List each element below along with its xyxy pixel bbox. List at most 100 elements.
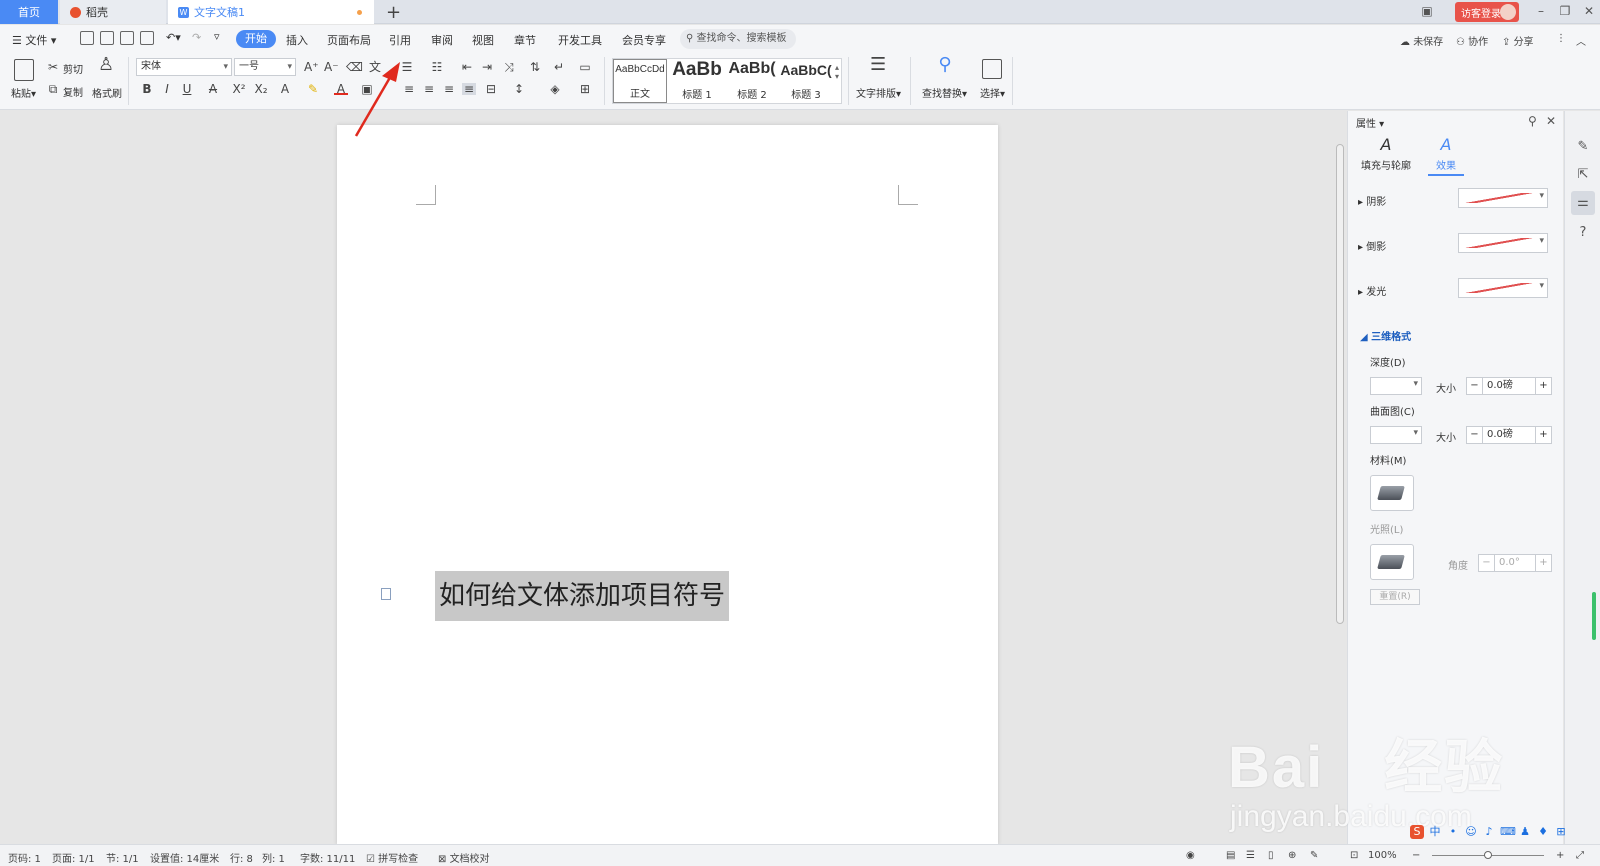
panel-close-icon[interactable]: ✕	[1546, 114, 1556, 128]
document-page[interactable]: 如何给文体添加项目符号	[337, 125, 998, 845]
table-tools-icon[interactable]: ▭	[578, 61, 592, 73]
find-replace-button[interactable]: 查找替换▾	[922, 85, 967, 100]
scroll-thumb[interactable]	[1336, 144, 1344, 624]
glow-row[interactable]: ▸ 发光	[1358, 283, 1386, 298]
show-marks-icon[interactable]: ↵	[552, 61, 566, 73]
tab-daoke[interactable]: 稻壳	[60, 0, 166, 24]
lighting-select[interactable]	[1370, 544, 1414, 580]
contour-color-select[interactable]	[1370, 426, 1422, 444]
ime-keyboard-icon[interactable]: ⌨	[1500, 825, 1516, 839]
depth-color-select[interactable]	[1370, 377, 1422, 395]
restore-button[interactable]: ❐	[1558, 4, 1572, 18]
decrease-indent-icon[interactable]: ⇤	[460, 61, 474, 73]
selected-text[interactable]: 如何给文体添加项目符号	[435, 571, 730, 621]
select-button[interactable]: 选择▾	[980, 85, 1005, 100]
menu-insert[interactable]: 插入	[286, 32, 308, 48]
three-d-section[interactable]: ◢ 三维格式	[1360, 328, 1411, 343]
menu-devtools[interactable]: 开发工具	[558, 32, 602, 48]
distribute-icon[interactable]: ⊟	[484, 83, 498, 95]
scissors-icon[interactable]: ✂	[46, 61, 60, 73]
align-center-icon[interactable]: ≡	[422, 83, 436, 95]
tab-home[interactable]: 首页	[0, 0, 58, 24]
font-size-select[interactable]: 一号	[234, 58, 296, 76]
format-painter-button[interactable]: 格式刷	[92, 85, 122, 100]
save-icon[interactable]	[80, 31, 94, 45]
command-search[interactable]: ⚲ 查找命令、搜索模板	[680, 29, 796, 49]
line-spacing-icon[interactable]: ↕	[512, 83, 526, 95]
ime-menu-icon[interactable]: ⊞	[1554, 825, 1568, 839]
style-normal[interactable]: AaBbCcDd 正文	[613, 59, 667, 103]
paragraph-handle-icon[interactable]	[381, 588, 391, 600]
page-view-icon[interactable]: ▤	[1226, 850, 1235, 861]
edit-icon[interactable]: ✎	[1575, 139, 1591, 155]
spell-check-button[interactable]: ☑ 拼写检查	[366, 850, 418, 865]
print-preview-icon[interactable]	[140, 31, 154, 45]
zoom-out-icon[interactable]: −	[1412, 850, 1420, 861]
sort-icon[interactable]: ⇅	[528, 61, 542, 73]
text-layout-icon[interactable]: ☰	[870, 56, 886, 79]
pointer-icon[interactable]: ⇱	[1575, 167, 1591, 183]
more-icon[interactable]: ⋮	[1556, 33, 1566, 44]
menu-reference[interactable]: 引用	[389, 32, 411, 48]
menu-view[interactable]: 视图	[472, 32, 494, 48]
fullscreen-icon[interactable]: ⤢	[1576, 850, 1584, 861]
copy-icon[interactable]: ⧉	[46, 83, 60, 95]
panel-title[interactable]: 属性 ▾	[1356, 115, 1384, 130]
outline-view-icon[interactable]: ☰	[1246, 850, 1255, 861]
fit-page-icon[interactable]: ⊡	[1350, 850, 1358, 861]
style-heading-1[interactable]: AaBb 标题 1	[669, 59, 725, 103]
bold-icon[interactable]: B	[140, 83, 154, 95]
text-effect-icon[interactable]: A	[278, 83, 292, 95]
select-icon[interactable]	[982, 59, 1002, 79]
collapse-ribbon-icon[interactable]: ︿	[1576, 33, 1586, 48]
contour-stepper[interactable]: −0.0磅 +	[1466, 426, 1552, 444]
share-button[interactable]: ⇪ 分享	[1502, 33, 1534, 48]
vertical-scrollbar[interactable]	[1334, 114, 1346, 844]
menu-chapter[interactable]: 章节	[514, 32, 536, 48]
proofread-button[interactable]: ⊠ 文档校对	[438, 850, 490, 865]
menu-review[interactable]: 审阅	[431, 32, 453, 48]
minimize-button[interactable]: –	[1534, 4, 1548, 18]
cut-button[interactable]: 剪切	[63, 61, 83, 76]
ime-emoji-icon[interactable]: ☺	[1464, 825, 1478, 839]
grow-font-icon[interactable]: A⁺	[304, 61, 319, 73]
underline-icon[interactable]: U	[180, 83, 194, 95]
tab-fill-outline[interactable]: A 填充与轮廓	[1356, 133, 1416, 172]
find-replace-icon[interactable]: ⚲	[938, 56, 952, 79]
font-name-select[interactable]: 宋体	[136, 58, 232, 76]
status-word-count[interactable]: 字数: 11/11	[300, 850, 355, 865]
file-menu[interactable]: ☰ 文件 ▾	[12, 32, 56, 48]
export-icon[interactable]	[100, 31, 114, 45]
reflection-select[interactable]	[1458, 233, 1548, 253]
highlight-icon[interactable]: ✎	[306, 83, 320, 95]
shrink-font-icon[interactable]: A⁻	[324, 61, 339, 73]
eye-icon[interactable]: ◉	[1186, 850, 1195, 861]
chinese-layout-icon[interactable]: ⤨	[502, 61, 516, 73]
numbered-list-icon[interactable]: ☷	[430, 61, 444, 73]
layout-icon[interactable]: ▣	[1420, 4, 1434, 18]
collab-button[interactable]: ⚇ 协作	[1456, 33, 1488, 48]
glow-select[interactable]	[1458, 278, 1548, 298]
paste-icon[interactable]	[14, 59, 34, 81]
print-icon[interactable]	[120, 31, 134, 45]
login-button[interactable]: 访客登录	[1455, 2, 1519, 22]
menu-start[interactable]: 开始	[236, 30, 276, 48]
italic-icon[interactable]: I	[160, 83, 174, 95]
menu-layout[interactable]: 页面布局	[327, 32, 371, 48]
increase-indent-icon[interactable]: ⇥	[480, 61, 494, 73]
style-heading-2[interactable]: AaBb( 标题 2	[725, 59, 779, 103]
reading-view-icon[interactable]: ▯	[1268, 850, 1274, 861]
borders-icon[interactable]: ⊞	[578, 83, 592, 95]
reset-button[interactable]: 重置(R)	[1370, 589, 1420, 605]
ime-voice-icon[interactable]: ♪	[1482, 825, 1496, 839]
justify-icon[interactable]: ≡	[462, 83, 476, 95]
sogou-icon[interactable]: S	[1410, 825, 1424, 839]
depth-stepper[interactable]: −0.0磅 +	[1466, 377, 1552, 395]
web-view-icon[interactable]: ⊕	[1288, 850, 1296, 861]
style-scroll-icon[interactable]: ▴ ▾	[835, 63, 839, 81]
customize-icon[interactable]: ▿	[214, 30, 220, 43]
shadow-row[interactable]: ▸ 阴影	[1358, 193, 1386, 208]
ime-user-icon[interactable]: ♟	[1518, 825, 1532, 839]
zoom-slider-handle[interactable]	[1484, 851, 1492, 859]
pin-icon[interactable]: ⚲	[1528, 114, 1537, 128]
